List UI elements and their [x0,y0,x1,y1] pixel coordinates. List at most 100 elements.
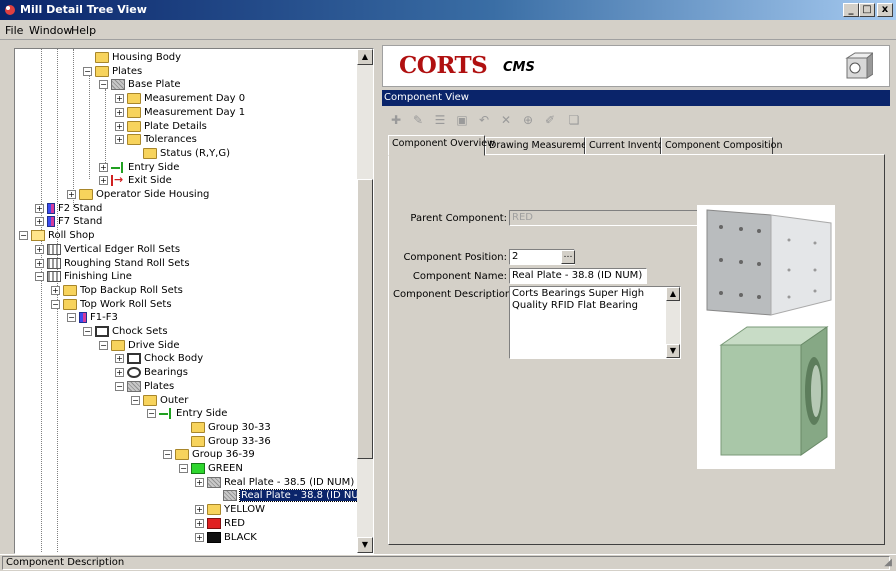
tree-node[interactable]: + BLACK [195,531,257,544]
component-name-field[interactable]: Real Plate - 38.8 (ID NUM) [509,268,647,284]
tree-node[interactable]: − Drive Side [99,339,179,352]
tab-drawing-measurements[interactable]: Drawing Measurements [485,137,602,155]
parent-component-select[interactable]: RED [509,210,721,226]
expand-icon[interactable]: + [115,121,124,131]
expand-icon[interactable]: + [35,203,44,213]
collapse-icon[interactable]: − [99,340,108,350]
tree-node[interactable]: + F2 Stand [35,202,102,215]
collapse-icon[interactable]: − [99,80,108,90]
scroll-down-arrow-icon[interactable]: ▼ [357,537,373,553]
tree-vertical-scrollbar[interactable]: ▲ ▼ [357,49,373,553]
tree-node[interactable]: − Roll Shop [19,229,95,242]
tree-node[interactable]: + Measurement Day 1 [115,106,245,119]
collapse-icon[interactable]: − [83,327,92,336]
desc-scroll-up-icon[interactable]: ▲ [666,287,680,301]
collapse-icon[interactable]: − [115,381,124,391]
tree-node[interactable]: + Plate Details [115,120,207,133]
tree-node[interactable]: + Tolerances [115,133,197,146]
collapse-icon[interactable]: − [131,395,140,405]
expand-icon[interactable]: + [35,258,44,268]
tree-node[interactable]: + YELLOW [195,503,265,516]
expand-icon[interactable]: + [195,518,204,528]
tree-node[interactable]: Group 33-36 [179,435,271,448]
tab-current-inventory[interactable]: Current Inventory [585,137,673,155]
tree-node[interactable]: + F7 Stand [35,215,102,228]
tree-node[interactable]: Real Plate - 38.8 (ID NUM) [211,489,373,503]
minimize-button[interactable]: _ [843,3,859,17]
menu-file[interactable]: File [5,24,23,37]
component-description-field[interactable]: Corts Bearings Super High Quality RFID F… [509,286,681,359]
tree-node[interactable]: + Roughing Stand Roll Sets [35,257,190,270]
position-picker-button[interactable]: … [561,250,575,264]
collapse-icon[interactable]: − [83,66,92,76]
collapse-icon[interactable]: − [35,272,44,282]
tree-node[interactable]: − Plates [115,380,174,393]
collapse-icon[interactable]: − [179,464,188,473]
tree-node[interactable]: + Exit Side [99,173,172,187]
save-icon[interactable]: ▣ [454,112,470,128]
tree-node[interactable]: Housing Body [83,51,181,64]
tree-node[interactable]: + Entry Side [99,161,179,174]
tree-node[interactable]: + RED [195,517,245,530]
tree-node[interactable]: Group 30-33 [179,421,271,434]
tab-component-overview[interactable]: Component Overview [388,135,495,156]
description-scrollbar[interactable]: ▲ ▼ [666,287,680,358]
expand-icon[interactable]: + [35,217,44,227]
tree-node[interactable]: − Base Plate [99,78,181,91]
tree-node[interactable]: − Entry Side [147,407,227,420]
expand-icon[interactable]: + [115,368,124,378]
expand-icon[interactable]: + [195,532,204,542]
expand-icon[interactable]: + [115,135,124,145]
menu-help[interactable]: Help [71,24,96,37]
undo-icon[interactable]: ↶ [476,112,492,128]
tree-node[interactable]: − Outer [131,394,188,407]
collapse-icon[interactable]: − [163,450,172,460]
tree-node[interactable]: + Top Backup Roll Sets [51,284,183,297]
window-title-bar[interactable]: Mill Detail Tree View _ □ x [0,0,896,20]
expand-icon[interactable]: + [115,94,124,104]
expand-icon[interactable]: + [99,176,108,186]
tree-node[interactable]: + Operator Side Housing [67,188,209,201]
tree-node[interactable]: + Chock Body [115,352,203,365]
tree-node[interactable]: + Real Plate - 38.5 (ID NUM) [195,476,354,489]
clipboard-icon[interactable]: ❏ [566,112,582,128]
delete-icon[interactable]: ✕ [498,112,514,128]
expand-icon[interactable]: + [67,190,76,199]
tree-node[interactable]: − Finishing Line [35,270,132,283]
collapse-icon[interactable]: − [51,299,60,309]
scroll-up-arrow-icon[interactable]: ▲ [357,49,373,65]
expand-icon[interactable]: + [195,477,204,487]
tree-node[interactable]: + Measurement Day 0 [115,92,245,105]
expand-icon[interactable]: + [115,107,124,117]
menu-window[interactable]: Window [29,24,72,37]
tree-node[interactable]: − Group 36-39 [163,448,255,461]
rows-icon[interactable]: ☰ [432,112,448,128]
tree-node[interactable]: + Bearings [115,366,188,379]
tree-node[interactable]: − Chock Sets [83,325,168,338]
maximize-button[interactable]: □ [859,3,875,17]
tree-node[interactable]: − GREEN [179,462,243,475]
tree-node[interactable]: + Vertical Edger Roll Sets [35,243,180,256]
expand-icon[interactable]: + [115,354,124,364]
resize-grip-icon[interactable]: ◢ [884,557,892,568]
tree-node[interactable]: − Top Work Roll Sets [51,298,172,311]
expand-icon[interactable]: + [35,244,44,254]
zoom-icon[interactable]: ⊕ [520,112,536,128]
tree-node[interactable]: Status (R,Y,G) [131,147,230,160]
tree-node[interactable]: − F1-F3 [67,311,118,324]
pencil-icon[interactable]: ✐ [542,112,558,128]
collapse-icon[interactable]: − [147,409,156,419]
add-icon[interactable]: ✚ [388,112,404,128]
collapse-icon[interactable]: − [19,231,28,241]
expand-icon[interactable]: + [99,162,108,172]
expand-icon[interactable]: + [195,505,204,515]
tree-node[interactable]: − Plates [83,65,142,78]
desc-scroll-down-icon[interactable]: ▼ [666,344,680,358]
scroll-thumb[interactable] [357,179,373,459]
tab-component-composition[interactable]: Component Composition [661,137,783,155]
close-button[interactable]: x [877,3,893,17]
expand-icon[interactable]: + [51,285,60,295]
collapse-icon[interactable]: − [67,313,76,323]
edit-icon[interactable]: ✎ [410,112,426,128]
tree-view[interactable]: Housing Body − Plates − Base Plate + Measureme… [14,48,374,554]
